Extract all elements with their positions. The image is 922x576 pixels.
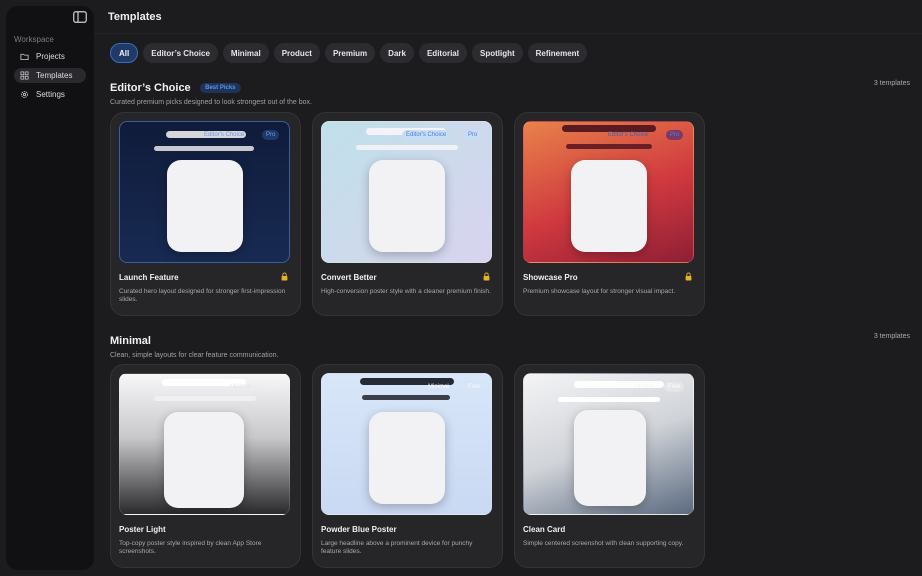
preview-tier-tag: Free bbox=[468, 384, 481, 390]
section-count: 3 templates bbox=[873, 333, 910, 340]
filter-chips: All Editor’s Choice Minimal Product Prem… bbox=[110, 43, 588, 63]
sidebar-item-label: Templates bbox=[36, 71, 73, 80]
card-title: Launch Feature bbox=[119, 273, 179, 282]
section-header-editors-choice: Editor’s Choice Best Picks Curated premi… bbox=[110, 78, 910, 106]
card-title: Powder Blue Poster bbox=[321, 525, 397, 534]
device-mockup bbox=[167, 160, 243, 252]
device-mockup bbox=[574, 410, 646, 506]
template-preview: Editor's Choice Pro bbox=[321, 121, 492, 263]
template-preview: Minimal Free bbox=[523, 373, 694, 515]
template-card-convert-better[interactable]: Editor's Choice Pro Convert Better High-… bbox=[312, 112, 503, 316]
gear-icon bbox=[21, 91, 28, 98]
sidebar-item-templates[interactable]: Templates bbox=[14, 68, 86, 83]
section-subtitle: Curated premium picks designed to look s… bbox=[110, 99, 312, 106]
preview-tier-tag: Free bbox=[664, 382, 685, 392]
preview-tag: Minimal bbox=[230, 384, 251, 390]
grid-icon bbox=[20, 71, 29, 80]
card-title: Poster Light bbox=[119, 525, 166, 534]
device-mockup bbox=[571, 160, 647, 252]
filter-chip-spotlight[interactable]: Spotlight bbox=[471, 43, 523, 63]
main-content: Templates All Editor’s Choice Minimal Pr… bbox=[94, 0, 922, 576]
preview-tier-tag: Free bbox=[266, 384, 279, 390]
card-description: Large headline above a prominent device … bbox=[321, 540, 473, 555]
card-description: Premium showcase layout for stronger vis… bbox=[523, 288, 676, 295]
section-count: 3 templates bbox=[873, 80, 910, 87]
preview-tier-tag: Pro bbox=[464, 130, 482, 140]
card-title: Clean Card bbox=[523, 525, 566, 534]
template-preview: Minimal Free bbox=[321, 373, 492, 515]
sidebar-item-label: Projects bbox=[36, 52, 65, 61]
preview-tag: Minimal bbox=[634, 384, 655, 390]
template-preview: Editor's Choice Pro bbox=[523, 121, 694, 263]
card-title: Showcase Pro bbox=[523, 273, 578, 282]
filter-chip-minimal[interactable]: Minimal bbox=[222, 43, 269, 63]
template-card-clean-card[interactable]: Minimal Free Clean Card Simple centered … bbox=[514, 364, 705, 568]
section-title: Minimal bbox=[110, 335, 151, 347]
card-title: Convert Better bbox=[321, 273, 377, 282]
preview-subline bbox=[558, 397, 660, 402]
template-card-showcase-pro[interactable]: Editor's Choice Pro Showcase Pro Premium… bbox=[514, 112, 705, 316]
sidebar-toggle-icon[interactable] bbox=[73, 11, 87, 23]
page-title: Templates bbox=[108, 11, 162, 23]
lock-icon bbox=[281, 272, 288, 281]
sidebar-item-projects[interactable]: Projects bbox=[14, 49, 86, 64]
template-card-poster-light[interactable]: Minimal Free Poster Light Top-copy poste… bbox=[110, 364, 301, 568]
preview-tag: Editor's Choice bbox=[204, 132, 245, 138]
sidebar-item-settings[interactable]: Settings bbox=[14, 87, 86, 102]
filter-chip-product[interactable]: Product bbox=[273, 43, 320, 63]
lock-icon bbox=[685, 272, 692, 281]
card-description: Top-copy poster style inspired by clean … bbox=[119, 540, 262, 555]
top-bar: Templates bbox=[94, 0, 922, 34]
preview-tier-tag: Pro bbox=[666, 130, 684, 140]
filter-chip-premium[interactable]: Premium bbox=[324, 43, 376, 63]
preview-tier-tag: Pro bbox=[262, 130, 280, 140]
template-preview: Minimal Free bbox=[119, 373, 290, 515]
filter-chip-dark[interactable]: Dark bbox=[380, 43, 414, 63]
preview-tag: Minimal bbox=[428, 384, 449, 390]
preview-subline bbox=[566, 144, 652, 149]
preview-tag: Editor's Choice bbox=[402, 130, 451, 140]
preview-subline bbox=[356, 145, 458, 150]
preview-subline bbox=[154, 396, 256, 401]
preview-subline bbox=[154, 146, 254, 151]
filter-chip-all[interactable]: All bbox=[110, 43, 139, 63]
device-mockup bbox=[164, 412, 244, 508]
section-subtitle: Clean, simple layouts for clear feature … bbox=[110, 352, 279, 359]
section-badge: Best Picks bbox=[200, 83, 241, 93]
card-description: Curated hero layout designed for stronge… bbox=[119, 288, 286, 303]
filter-chip-refinement[interactable]: Refinement bbox=[527, 43, 588, 63]
folder-icon bbox=[20, 53, 29, 61]
section-header-minimal: Minimal Clean, simple layouts for clear … bbox=[110, 331, 910, 359]
template-preview: Editor's Choice Pro bbox=[119, 121, 290, 263]
sidebar-item-label: Settings bbox=[36, 90, 65, 99]
preview-tag: Editor's Choice bbox=[608, 132, 649, 138]
card-description: High-conversion poster style with a clea… bbox=[321, 288, 491, 295]
section-title: Editor’s Choice bbox=[110, 82, 191, 94]
workspace-label: Workspace bbox=[14, 35, 54, 44]
filter-chip-editors-choice[interactable]: Editor’s Choice bbox=[143, 43, 218, 63]
card-description: Simple centered screenshot with clean su… bbox=[523, 540, 684, 547]
lock-icon bbox=[483, 272, 490, 281]
template-card-launch-feature[interactable]: Editor's Choice Pro Launch Feature Curat… bbox=[110, 112, 301, 316]
device-mockup bbox=[369, 160, 445, 252]
device-mockup bbox=[369, 412, 445, 504]
filter-chip-editorial[interactable]: Editorial bbox=[418, 43, 467, 63]
template-card-powder-blue-poster[interactable]: Minimal Free Powder Blue Poster Large he… bbox=[312, 364, 503, 568]
sidebar: Workspace Projects Templates Settings bbox=[6, 6, 94, 570]
preview-subline bbox=[362, 395, 450, 400]
